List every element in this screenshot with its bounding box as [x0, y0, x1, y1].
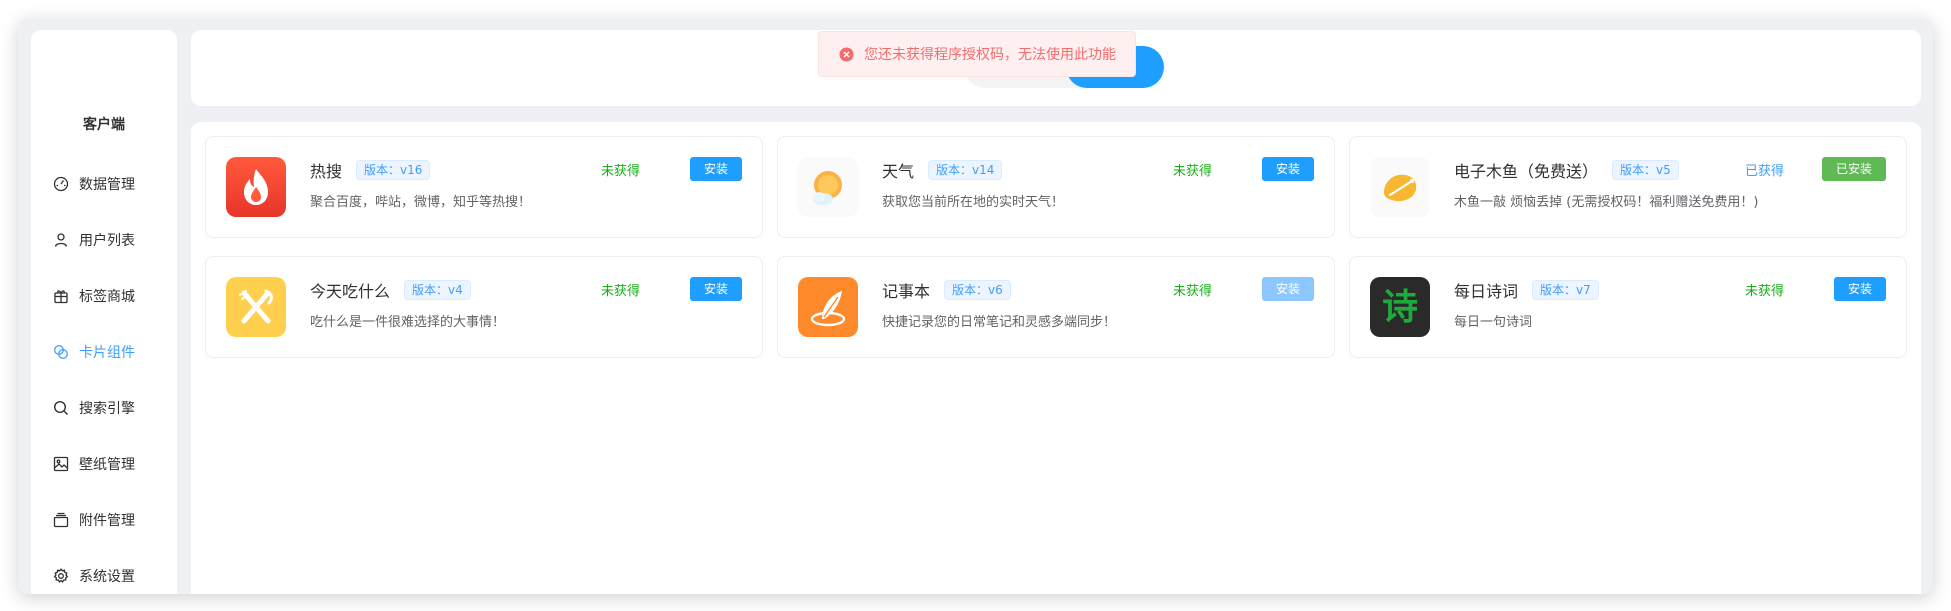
version-badge: 版本：v4 [404, 280, 471, 300]
components-icon [53, 344, 69, 360]
install-button[interactable]: 安装 [1261, 277, 1314, 301]
sidebar-item-label: 数据管理 [79, 177, 135, 193]
card-description: 吃什么是一件很难选择的大事情！ [310, 315, 506, 330]
sidebar-item-settings[interactable]: 系统设置 [31, 548, 177, 594]
attachment-icon [53, 512, 69, 528]
install-button[interactable]: 安装 [689, 277, 742, 301]
card-description: 聚合百度，哔站，微博，知乎等热搜！ [310, 195, 532, 210]
sidebar-item-data[interactable]: 数据管理 [31, 156, 177, 212]
install-button[interactable]: 安装 [1833, 277, 1886, 301]
fork-knife-icon [226, 277, 286, 337]
sidebar-item-label: 系统设置 [79, 569, 135, 585]
card-description: 木鱼一敲 烦恼丢掉 (无需授权码！福利赠送免费用！) [1454, 195, 1759, 210]
license-status: 已获得 [1744, 164, 1784, 179]
license-status: 未获得 [600, 284, 640, 299]
version-badge: 版本：v16 [356, 160, 431, 180]
poem-logo-char: 诗 [1382, 287, 1418, 328]
toast-message: 您还未获得程序授权码，无法使用此功能 [864, 47, 1116, 63]
component-card: 今天吃什么 版本：v4 吃什么是一件很难选择的大事情！ 未获得 安装 [205, 256, 763, 358]
sidebar-item-label: 附件管理 [79, 513, 135, 529]
component-card: 热搜 版本：v16 聚合百度，哔站，微博，知乎等热搜！ 未获得 安装 [205, 136, 763, 238]
card-title: 电子木鱼（免费送） [1454, 162, 1599, 181]
gear-icon [53, 568, 69, 584]
card-title-row: 天气 版本：v14 [882, 158, 1003, 182]
sidebar-item-users[interactable]: 用户列表 [31, 212, 177, 268]
card-title-row: 热搜 版本：v16 [310, 158, 431, 182]
sidebar-item-search-engine[interactable]: 搜索引擎 [31, 380, 177, 436]
app-window: 客户端 数据管理 用户列表 标签商城 卡片组件 搜索引擎 壁纸管理 附件管理 系… [18, 18, 1933, 594]
main-content: 热搜 版本：v16 聚合百度，哔站，微博，知乎等热搜！ 未获得 安装 天气 版本… [191, 122, 1921, 594]
card-title: 今天吃什么 [310, 282, 391, 301]
user-icon [53, 232, 69, 248]
weather-icon [798, 157, 858, 217]
image-icon [53, 456, 69, 472]
component-card: 天气 版本：v14 获取您当前所在地的实时天气！ 未获得 安装 [777, 136, 1335, 238]
dashboard-icon [53, 176, 69, 192]
card-title: 记事本 [882, 282, 931, 301]
license-status: 未获得 [1172, 284, 1212, 299]
license-status: 未获得 [1744, 284, 1784, 299]
poem-icon: 诗 [1370, 277, 1430, 337]
card-title: 每日诗词 [1454, 282, 1519, 301]
sidebar-item-label: 标签商城 [79, 289, 135, 305]
version-badge: 版本：v7 [1532, 280, 1599, 300]
sidebar-item-label: 壁纸管理 [79, 457, 135, 473]
component-card: 记事本 版本：v6 快捷记录您的日常笔记和灵感多端同步！ 未获得 安装 [777, 256, 1335, 358]
card-description: 每日一句诗词 [1454, 315, 1533, 330]
sidebar: 客户端 数据管理 用户列表 标签商城 卡片组件 搜索引擎 壁纸管理 附件管理 系… [31, 30, 177, 594]
license-status: 未获得 [600, 164, 640, 179]
sidebar-brand: 客户端 [83, 117, 125, 133]
card-title-row: 每日诗词 版本：v7 [1454, 278, 1599, 302]
error-circle-icon [839, 46, 854, 62]
wooden-fish-icon [1370, 157, 1430, 217]
sidebar-menu: 数据管理 用户列表 标签商城 卡片组件 搜索引擎 壁纸管理 附件管理 系统设置 [31, 156, 177, 594]
card-title: 天气 [882, 162, 915, 181]
card-description: 快捷记录您的日常笔记和灵感多端同步！ [882, 315, 1117, 330]
sidebar-item-label: 用户列表 [79, 233, 135, 249]
card-title-row: 今天吃什么 版本：v4 [310, 278, 471, 302]
error-toast: 您还未获得程序授权码，无法使用此功能 [818, 31, 1136, 77]
sidebar-item-label: 卡片组件 [79, 345, 135, 361]
card-title-row: 记事本 版本：v6 [882, 278, 1011, 302]
component-card: 诗 每日诗词 版本：v7 每日一句诗词 未获得 安装 [1349, 256, 1907, 358]
card-grid: 热搜 版本：v16 聚合百度，哔站，微博，知乎等热搜！ 未获得 安装 天气 版本… [205, 136, 1907, 358]
component-card: 电子木鱼（免费送） 版本：v5 木鱼一敲 烦恼丢掉 (无需授权码！福利赠送免费用… [1349, 136, 1907, 238]
install-button[interactable]: 安装 [1261, 157, 1314, 181]
card-title-row: 电子木鱼（免费送） 版本：v5 [1454, 158, 1679, 182]
version-badge: 版本：v14 [928, 160, 1003, 180]
sidebar-item-tag-store[interactable]: 标签商城 [31, 268, 177, 324]
card-description: 获取您当前所在地的实时天气！ [882, 195, 1065, 210]
flame-icon [226, 157, 286, 217]
sidebar-item-label: 搜索引擎 [79, 401, 135, 417]
feather-icon [798, 277, 858, 337]
install-button[interactable]: 安装 [689, 157, 742, 181]
sidebar-item-card-components[interactable]: 卡片组件 [31, 324, 177, 380]
version-badge: 版本：v5 [1612, 160, 1679, 180]
version-badge: 版本：v6 [944, 280, 1011, 300]
license-status: 未获得 [1172, 164, 1212, 179]
sidebar-item-wallpaper[interactable]: 壁纸管理 [31, 436, 177, 492]
search-icon [53, 400, 69, 416]
installed-button[interactable]: 已安装 [1821, 157, 1886, 181]
gift-icon [53, 288, 69, 304]
sidebar-item-attachments[interactable]: 附件管理 [31, 492, 177, 548]
card-title: 热搜 [310, 162, 343, 181]
